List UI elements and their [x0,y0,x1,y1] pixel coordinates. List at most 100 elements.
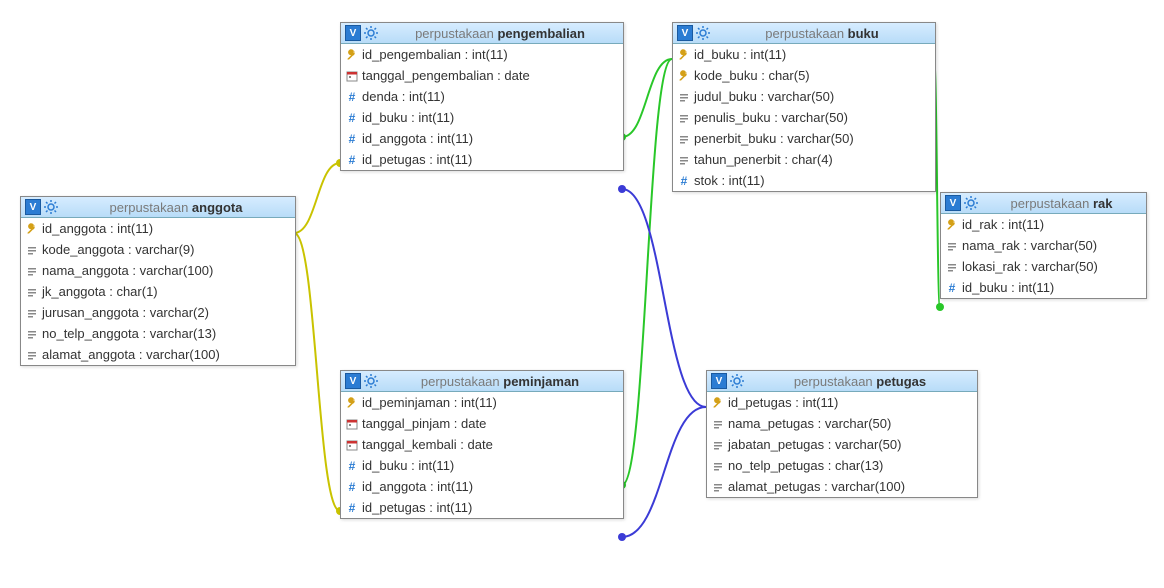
column-text: id_petugas : int(11) [728,395,838,410]
column-text: nama_anggota : varchar(100) [42,263,213,278]
table-buku[interactable]: Vperpustakaan buku id_buku : int(11) kode_… [672,22,936,192]
column-row[interactable]: #id_buku : int(11) [341,107,623,128]
text-column-icon [945,239,959,253]
column-row[interactable]: tanggal_pinjam : date [341,413,623,434]
column-row[interactable]: jabatan_petugas : varchar(50) [707,434,977,455]
column-row[interactable]: id_anggota : int(11) [21,218,295,239]
column-list: id_anggota : int(11) kode_anggota : varch… [21,218,295,365]
column-row[interactable]: lokasi_rak : varchar(50) [941,256,1146,277]
column-row[interactable]: #id_petugas : int(11) [341,497,623,518]
column-row[interactable]: kode_buku : char(5) [673,65,935,86]
column-row[interactable]: no_telp_anggota : varchar(13) [21,323,295,344]
column-row[interactable]: judul_buku : varchar(50) [673,86,935,107]
gear-icon[interactable] [363,373,379,389]
column-text: id_pengembalian : int(11) [362,47,508,62]
key-icon [345,396,359,410]
column-row[interactable]: no_telp_petugas : char(13) [707,455,977,476]
gear-icon[interactable] [363,25,379,41]
v-icon[interactable]: V [345,25,361,41]
column-row[interactable]: id_petugas : int(11) [707,392,977,413]
column-row[interactable]: #id_anggota : int(11) [341,476,623,497]
column-row[interactable]: penerbit_buku : varchar(50) [673,128,935,149]
column-text: no_telp_petugas : char(13) [728,458,883,473]
table-peminjaman[interactable]: Vperpustakaan peminjamanid_peminjaman : … [340,370,624,519]
column-text: id_buku : int(11) [962,280,1054,295]
column-list: id_buku : int(11) kode_buku : char(5)judu… [673,44,935,191]
table-header[interactable]: Vperpustakaan peminjaman [341,371,623,392]
table-header[interactable]: Vperpustakaan rak [941,193,1146,214]
relation-line [294,163,340,233]
table-header[interactable]: Vperpustakaan petugas [707,371,977,392]
column-row[interactable]: id_buku : int(11) [673,44,935,65]
column-row[interactable]: alamat_anggota : varchar(100) [21,344,295,365]
gear-icon[interactable] [729,373,745,389]
column-text: penerbit_buku : varchar(50) [694,131,854,146]
column-text: id_buku : int(11) [694,47,786,62]
column-text: id_anggota : int(11) [42,221,153,236]
number-column-icon: # [345,90,359,104]
text-column-icon [25,243,39,257]
column-row[interactable]: id_rak : int(11) [941,214,1146,235]
column-row[interactable]: id_pengembalian : int(11) [341,44,623,65]
column-text: jk_anggota : char(1) [42,284,158,299]
table-anggota[interactable]: Vperpustakaan anggotaid_anggota : int(11… [20,196,296,366]
column-text: nama_rak : varchar(50) [962,238,1097,253]
number-column-icon: # [345,132,359,146]
column-text: kode_anggota : varchar(9) [42,242,194,257]
relation-line [294,233,340,511]
column-row[interactable]: alamat_petugas : varchar(100) [707,476,977,497]
column-row[interactable]: nama_anggota : varchar(100) [21,260,295,281]
column-row[interactable]: tahun_penerbit : char(4) [673,149,935,170]
v-icon[interactable]: V [677,25,693,41]
column-row[interactable]: jurusan_anggota : varchar(2) [21,302,295,323]
text-column-icon [677,90,691,104]
column-row[interactable]: tanggal_pengembalian : date [341,65,623,86]
column-row[interactable]: jk_anggota : char(1) [21,281,295,302]
text-column-icon [25,327,39,341]
v-icon[interactable]: V [25,199,41,215]
date-column-icon [345,438,359,452]
table-header[interactable]: Vperpustakaan buku [673,23,935,44]
v-icon[interactable]: V [945,195,961,211]
gear-icon[interactable] [43,199,59,215]
column-row[interactable]: #id_buku : int(11) [941,277,1146,298]
number-column-icon: # [945,281,959,295]
number-column-icon: # [345,111,359,125]
table-pengembalian[interactable]: Vperpustakaan pengembalian id_pengembalia… [340,22,624,171]
table-petugas[interactable]: Vperpustakaan petugas id_petugas : int(11… [706,370,978,498]
column-row[interactable]: nama_rak : varchar(50) [941,235,1146,256]
column-list: id_peminjaman : int(11)tanggal_pinjam : … [341,392,623,518]
key-icon [711,396,725,410]
text-column-icon [711,459,725,473]
text-column-icon [711,438,725,452]
column-row[interactable]: #id_petugas : int(11) [341,149,623,170]
column-row[interactable]: #id_anggota : int(11) [341,128,623,149]
column-row[interactable]: tanggal_kembali : date [341,434,623,455]
table-header[interactable]: Vperpustakaan anggota [21,197,295,218]
number-column-icon: # [345,153,359,167]
column-row[interactable]: penulis_buku : varchar(50) [673,107,935,128]
database-name: perpustakaan [110,200,189,215]
number-column-icon: # [677,174,691,188]
relation-line [622,407,706,537]
v-icon[interactable]: V [345,373,361,389]
text-column-icon [711,417,725,431]
column-row[interactable]: kode_anggota : varchar(9) [21,239,295,260]
relation-endpoint [936,303,944,311]
gear-icon[interactable] [695,25,711,41]
column-row[interactable]: nama_petugas : varchar(50) [707,413,977,434]
table-header[interactable]: Vperpustakaan pengembalian [341,23,623,44]
column-text: penulis_buku : varchar(50) [694,110,848,125]
column-row[interactable]: #stok : int(11) [673,170,935,191]
column-row[interactable]: #id_buku : int(11) [341,455,623,476]
column-row[interactable]: id_peminjaman : int(11) [341,392,623,413]
table-rak[interactable]: Vperpustakaan rakid_rak : int(11) nama_ra… [940,192,1147,299]
date-column-icon [345,417,359,431]
database-name: perpustakaan [1011,196,1090,211]
gear-icon[interactable] [963,195,979,211]
column-text: denda : int(11) [362,89,445,104]
column-text: lokasi_rak : varchar(50) [962,259,1098,274]
column-row[interactable]: #denda : int(11) [341,86,623,107]
text-column-icon [677,111,691,125]
v-icon[interactable]: V [711,373,727,389]
